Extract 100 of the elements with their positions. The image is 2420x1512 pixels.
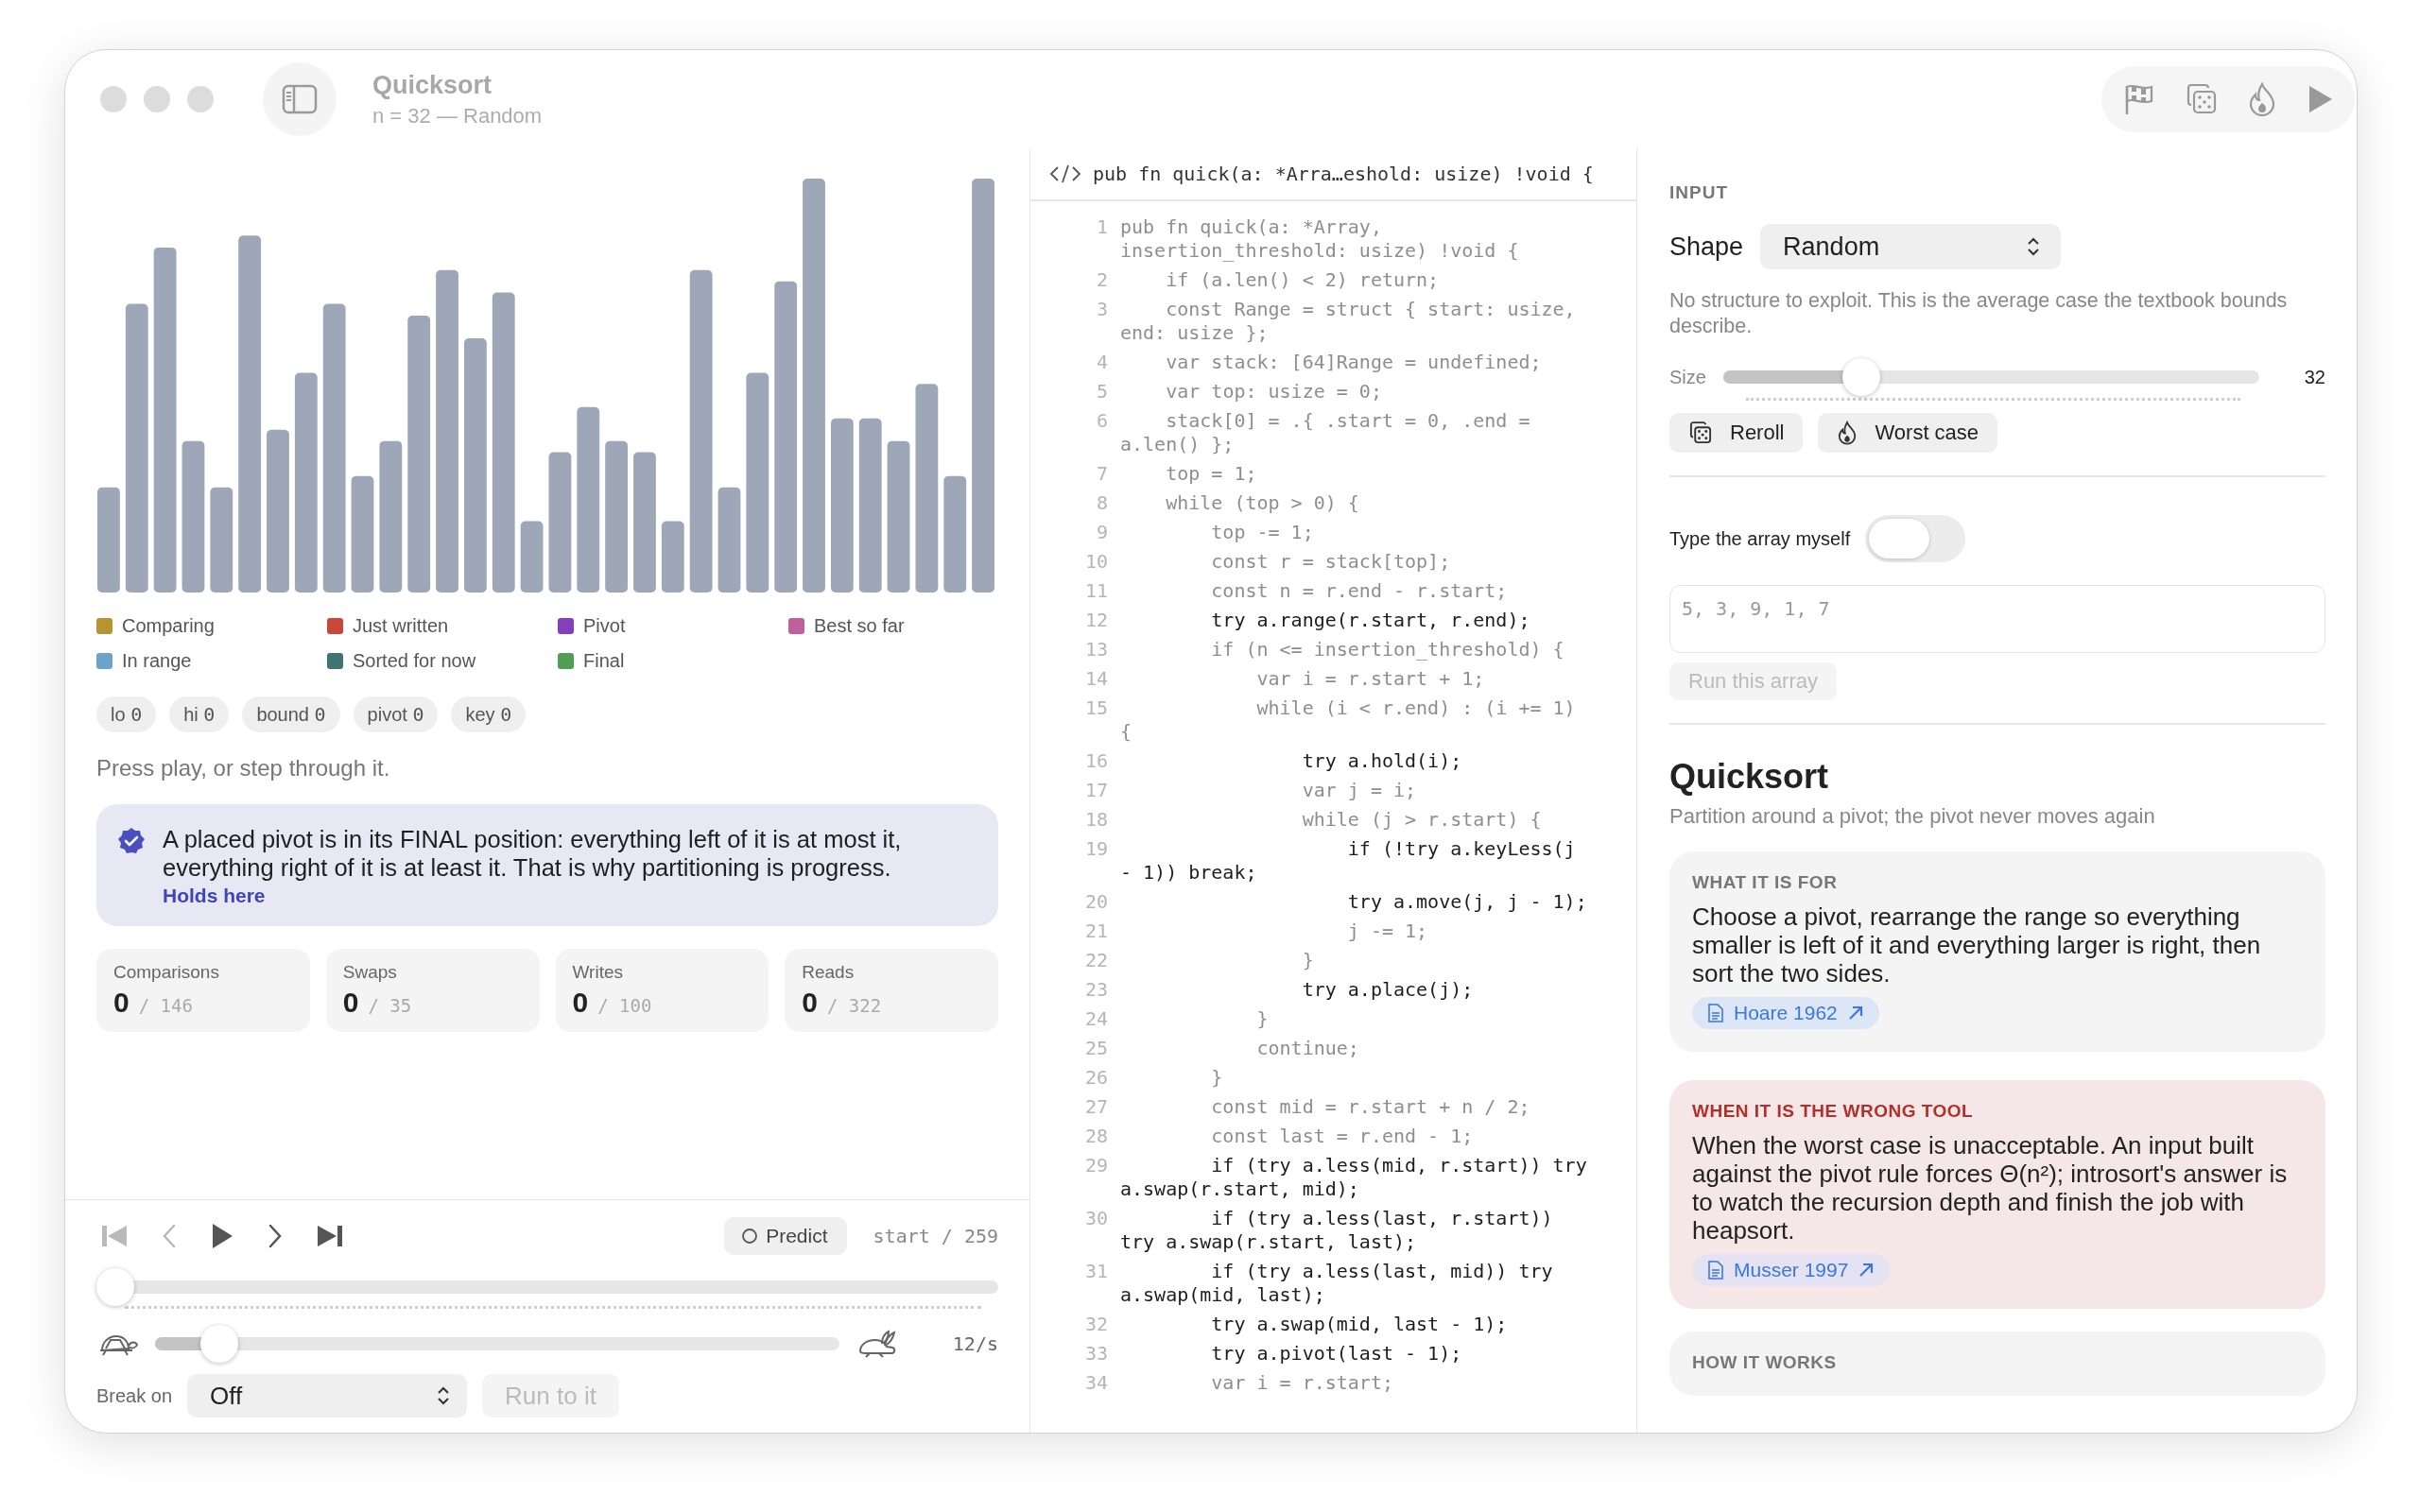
- line-number: 17: [1083, 779, 1108, 802]
- worst-case-button[interactable]: [2247, 82, 2277, 116]
- flame-icon: [1837, 421, 1858, 445]
- circle-icon: [741, 1228, 759, 1245]
- window-title: Quicksort: [372, 70, 493, 100]
- register-chip: hi 0: [169, 696, 230, 732]
- line-number: 21: [1083, 919, 1108, 943]
- holds-here-link[interactable]: Holds here: [163, 885, 266, 907]
- legend-label: Just written: [353, 615, 449, 637]
- algorithm-title: Quicksort: [1669, 757, 1830, 797]
- code-line: }: [1301, 949, 1315, 972]
- document-icon: [1707, 1003, 1724, 1023]
- counter-total: / 100: [597, 995, 652, 1016]
- counter-label: Comparisons: [113, 962, 220, 983]
- window-control[interactable]: [100, 86, 127, 112]
- dice-icon: [2185, 82, 2219, 116]
- register-chip: key 0: [451, 696, 527, 732]
- counter-value: 0: [113, 987, 130, 1019]
- legend-label: Comparing: [122, 615, 215, 637]
- card-heading: WHAT IT IS FOR: [1692, 872, 1839, 893]
- counter-value: 0: [802, 987, 818, 1019]
- dice-icon: [1688, 421, 1713, 445]
- code-line: if (try a.less(last, mid)) try a.swap(mid, last);: [1120, 1260, 1554, 1307]
- code-line: stack[0] = .{ .start = 0, .end = a.len() };: [1120, 409, 1531, 456]
- flame-icon: [2247, 82, 2277, 116]
- window-control[interactable]: [144, 86, 170, 112]
- code-line: if (a.len() < 2) return;: [1165, 268, 1441, 292]
- size-value: 32: [2303, 366, 2325, 389]
- window-control[interactable]: [187, 86, 214, 112]
- chevron-right-icon: [267, 1223, 284, 1249]
- verified-badge-icon: [117, 827, 146, 855]
- reroll-button[interactable]: [2185, 82, 2219, 116]
- line-number: 32: [1083, 1313, 1108, 1336]
- speed-slider[interactable]: [155, 1325, 839, 1363]
- code-line: const last = r.end - 1;: [1210, 1125, 1475, 1148]
- shape-select[interactable]: Random: [1760, 224, 2062, 269]
- code-line: try a.place(j);: [1301, 978, 1475, 1002]
- code-line: try a.move(j, j - 1);: [1346, 890, 1588, 914]
- size-slider[interactable]: [1722, 358, 2259, 396]
- code-line: try a.range(r.start, r.end);: [1210, 609, 1531, 632]
- code-line: while (j > r.start) {: [1301, 808, 1543, 832]
- counter-label: Writes: [572, 962, 624, 983]
- line-number: 14: [1083, 667, 1108, 691]
- slider-thumb[interactable]: [199, 1325, 238, 1363]
- counter-total: / 146: [138, 995, 193, 1016]
- register-chip: bound 0: [242, 696, 340, 732]
- card-heading: WHEN IT IS THE WRONG TOOL: [1692, 1101, 1975, 1122]
- status-text: Press play, or step through it.: [96, 755, 391, 782]
- counter-total: / 35: [368, 995, 412, 1016]
- progress-slider[interactable]: [96, 1268, 998, 1306]
- invariant-text: A placed pivot is in its FINAL position: everything left of it is at most it, everything right of it is at least it. That is why partitioning is progress.: [163, 825, 903, 882]
- line-number: 27: [1083, 1095, 1108, 1119]
- code-line: top -= 1;: [1210, 521, 1315, 544]
- break-on-select[interactable]: Off: [187, 1374, 468, 1418]
- line-number: 16: [1083, 749, 1108, 773]
- line-number: 12: [1083, 609, 1108, 632]
- slider-thumb[interactable]: [1842, 358, 1881, 396]
- slider-thumb[interactable]: [96, 1268, 134, 1306]
- line-number: 31: [1083, 1260, 1108, 1284]
- line-number: 24: [1083, 1007, 1108, 1031]
- line-number: 5: [1095, 380, 1108, 404]
- algorithm-subtitle: Partition around a pivot; the pivot never moves again: [1669, 804, 2156, 829]
- line-number: 30: [1083, 1207, 1108, 1231]
- code-line: const mid = r.start + n / 2;: [1210, 1095, 1531, 1119]
- window-subtitle: n = 32 — Random: [372, 103, 543, 129]
- line-number: 6: [1095, 409, 1108, 434]
- line-number: 8: [1095, 491, 1108, 515]
- array-input-field[interactable]: 5, 3, 9, 1, 7: [1669, 585, 2325, 653]
- line-number: 7: [1095, 462, 1108, 486]
- predict-button[interactable]: Predict: [724, 1217, 847, 1255]
- line-number: 19: [1083, 837, 1108, 862]
- play-icon: [210, 1222, 234, 1250]
- code-line: continue;: [1255, 1037, 1360, 1060]
- code-line: }: [1210, 1066, 1224, 1090]
- skip-back-icon: [100, 1223, 129, 1249]
- legend-label: Pivot: [583, 615, 626, 637]
- line-number: 4: [1095, 351, 1108, 374]
- legend-label: In range: [122, 650, 192, 672]
- code-line: var i = r.start + 1;: [1255, 667, 1486, 691]
- counter-label: Reads: [802, 962, 856, 983]
- code-line: top = 1;: [1165, 462, 1258, 486]
- chevron-left-icon: [161, 1223, 178, 1249]
- toggle-switch[interactable]: [1865, 515, 1966, 562]
- worst-case-button[interactable]: Worst case: [1818, 413, 1998, 453]
- code-line: const Range = struct { start: usize, end: usize };: [1120, 298, 1577, 345]
- document-icon: [1707, 1260, 1724, 1280]
- code-line: try a.hold(i);: [1301, 749, 1463, 773]
- reroll-button[interactable]: Reroll: [1669, 413, 1804, 453]
- code-line: j -= 1;: [1346, 919, 1429, 943]
- custom-array-label: Type the array myself: [1669, 527, 1851, 550]
- code-line: var stack: [64]Range = undefined;: [1165, 351, 1543, 374]
- card-heading: HOW IT WORKS: [1692, 1352, 1838, 1373]
- code-line: if (try a.less(mid, r.start)) try a.swap(r.start, mid);: [1120, 1154, 1588, 1201]
- function-signature: pub fn quick(a: *Arra…eshold: usize) !void {: [1093, 163, 1594, 185]
- code-line: try a.swap(mid, last - 1);: [1210, 1313, 1509, 1336]
- line-number: 2: [1095, 268, 1108, 292]
- line-number: 22: [1083, 949, 1108, 972]
- skip-forward-icon: [316, 1223, 344, 1249]
- legend-label: Final: [583, 650, 625, 672]
- card-text: Choose a pivot, rearrange the range so everything smaller is left of it and everything larger is right, then sort the two sides.: [1692, 902, 2262, 988]
